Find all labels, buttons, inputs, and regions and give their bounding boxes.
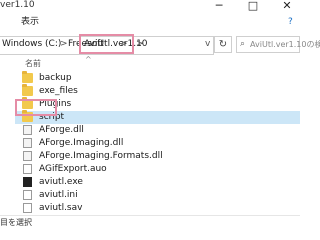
column-name[interactable]: 名前 <box>25 58 41 69</box>
address-dropdown-icon[interactable]: v <box>205 36 210 53</box>
file-name: exe_files <box>39 86 78 96</box>
list-item[interactable]: AForge.Imaging.dll <box>15 137 300 150</box>
file-name: aviutl.sav <box>39 203 83 213</box>
file-icon <box>23 125 32 135</box>
sort-caret-icon: ^ <box>85 55 92 64</box>
file-name: AForge.Imaging.Formats.dll <box>39 151 163 161</box>
search-icon: ⌕ <box>240 39 246 49</box>
ribbon-tabs: 表示 ? <box>0 13 300 33</box>
folder-icon <box>22 71 33 83</box>
folder-icon <box>22 84 33 96</box>
address-highlight <box>79 34 134 54</box>
breadcrumb-separator-icon[interactable]: > <box>136 36 144 53</box>
list-item[interactable]: AForge.dll <box>15 124 300 137</box>
file-name: aviutl.ini <box>39 190 78 200</box>
file-icon <box>23 164 32 174</box>
list-item[interactable]: aviutl.exe <box>15 176 300 189</box>
window-title: ver1.10 <box>0 0 35 10</box>
exe-file-icon <box>23 177 32 187</box>
close-button[interactable]: ✕ <box>278 0 296 12</box>
file-name: AForge.dll <box>39 125 84 135</box>
maximize-button[interactable]: □ <box>244 0 262 12</box>
breadcrumb-drive[interactable]: Windows (C:) <box>2 36 61 53</box>
list-item[interactable]: exe_files <box>15 84 300 98</box>
file-name: backup <box>39 73 72 83</box>
list-item[interactable]: backup <box>15 71 300 85</box>
list-item[interactable]: script <box>15 110 300 124</box>
file-icon <box>23 190 32 200</box>
title-bar: ver1.10 ─ □ ✕ <box>0 0 300 13</box>
help-icon[interactable]: ? <box>288 17 293 28</box>
status-bar: 目を選択 <box>0 215 300 230</box>
file-icon <box>23 203 32 213</box>
search-placeholder: AviUtl.ver1.10の検索 <box>250 40 320 49</box>
script-highlight <box>15 99 57 116</box>
file-list: backup exe_files Plugins script AForge.dll AF… <box>15 71 300 226</box>
minimize-button[interactable]: ─ <box>210 0 228 12</box>
navigation-pane[interactable] <box>0 56 15 215</box>
list-item[interactable]: Plugins <box>15 97 300 111</box>
file-name: AGifExport.auo <box>39 164 107 174</box>
breadcrumb-separator-icon[interactable]: > <box>60 36 68 53</box>
file-name: AForge.Imaging.dll <box>39 138 124 148</box>
list-item[interactable]: aviutl.sav <box>15 202 300 215</box>
list-item[interactable]: aviutl.ini <box>15 189 300 202</box>
file-icon <box>23 138 32 148</box>
refresh-button[interactable]: ↻ <box>214 36 232 53</box>
file-icon <box>23 151 32 161</box>
list-item[interactable]: AForge.Imaging.Formats.dll <box>15 150 300 163</box>
file-name: aviutl.exe <box>39 177 83 187</box>
tab-view[interactable]: 表示 <box>21 17 39 28</box>
status-text: 目を選択 <box>0 218 32 227</box>
list-item[interactable]: AGifExport.auo <box>15 163 300 176</box>
column-header: ^ 名前 <box>15 55 300 72</box>
